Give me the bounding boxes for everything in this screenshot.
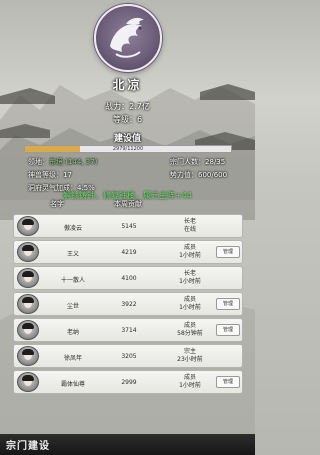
member-role-status: 成员 1小时前: [170, 244, 210, 260]
bottom-bar-label: 宗门建设: [6, 441, 50, 452]
avatar-hair: [22, 297, 34, 303]
member-row[interactable]: 老纳 3714 成员 58分钟前 管理: [13, 318, 243, 342]
member-name: 傲凌云: [63, 225, 82, 232]
member-name: 霸体仙尊: [60, 381, 85, 388]
member-role-status: 长老 1小时前: [170, 270, 210, 286]
member-contribution: 3714: [121, 327, 137, 334]
member-role: 长老: [183, 218, 196, 225]
member-contribution: 3205: [121, 353, 137, 360]
member-role-status: 成员 1小时前: [170, 374, 210, 390]
avatar-hair: [22, 245, 34, 251]
construction-progress-text: 2979/11200: [112, 146, 144, 152]
member-row[interactable]: 王义 4219 成员 1小时前 管理: [13, 240, 243, 264]
beast-level-value: 17: [63, 171, 72, 179]
member-status: 58分钟前: [177, 330, 203, 337]
member-status: 1小时前: [179, 304, 201, 311]
member-avatar[interactable]: [17, 216, 39, 236]
member-role-status: 长老 在线: [170, 218, 210, 234]
member-role-status: 成员 1小时前: [170, 296, 210, 312]
sect-emblem: [94, 4, 162, 72]
manage-button[interactable]: 管理: [216, 376, 240, 388]
sect-name: 北凉: [112, 78, 143, 92]
manage-button[interactable]: 管理: [216, 324, 240, 336]
member-row[interactable]: 傲凌云 5145 长老 在线: [13, 214, 243, 238]
member-row[interactable]: 尘世 3922 成员 1小时前 管理: [13, 292, 243, 316]
power-value: 2.7亿: [129, 102, 150, 111]
force-value: 600/600: [198, 171, 228, 179]
bottom-bar: 宗门建设: [0, 434, 255, 455]
member-status: 在线: [183, 226, 196, 233]
manage-button[interactable]: 管理: [216, 298, 240, 310]
avatar-hair: [22, 323, 34, 329]
territory-info[interactable]: 领地：东境 (144, 37): [28, 157, 97, 167]
level-line: 等级：6: [0, 114, 255, 125]
member-avatar[interactable]: [17, 294, 39, 314]
member-status: 1小时前: [179, 252, 201, 259]
member-contribution: 4100: [121, 275, 137, 282]
member-contribution: 2999: [121, 379, 137, 386]
member-role: 宗主: [183, 348, 196, 355]
avatar-hair: [22, 219, 34, 225]
member-avatar[interactable]: [17, 372, 39, 392]
member-avatar[interactable]: [17, 320, 39, 340]
construction-title: 建设值: [113, 134, 141, 144]
member-contribution: 5145: [121, 223, 137, 230]
member-status: 23小时前: [177, 356, 203, 363]
power-line: 战力：2.7亿: [0, 101, 255, 112]
member-name: 老纳: [66, 329, 79, 336]
power-label: 战力：: [105, 102, 130, 111]
member-avatar[interactable]: [17, 242, 39, 262]
member-role: 成员: [183, 244, 196, 251]
avatar-hair: [22, 375, 34, 381]
member-role: 成员: [183, 374, 196, 381]
member-count-value: 28/35: [205, 158, 226, 166]
member-count-label: 宗门人数：: [170, 158, 205, 166]
member-status: 1小时前: [179, 382, 201, 389]
member-name: 尘世: [66, 303, 79, 310]
member-avatar[interactable]: [17, 346, 39, 366]
force-label: 势力值：: [170, 171, 198, 179]
member-row[interactable]: 十一散人 4100 长老 1小时前: [13, 266, 243, 290]
member-role: 成员: [183, 322, 196, 329]
member-list[interactable]: 傲凌云 5145 长老 在线 王义 4219 成员 1小时前 管理 十一散人 4100 长老 1小时前尘…: [13, 214, 243, 396]
construction-progress-bar: 2979/11200: [24, 145, 232, 153]
avatar-hair: [22, 271, 34, 277]
member-name: 徐凤年: [63, 355, 82, 362]
member-role: 长老: [183, 270, 196, 277]
member-contribution: 3922: [121, 301, 137, 308]
level-value: 6: [136, 115, 143, 124]
member-row[interactable]: 霸体仙尊 2999 成员 1小时前 管理: [13, 370, 243, 394]
territory-value[interactable]: 东境 (144, 37): [49, 158, 97, 166]
column-header-contribution: 本周贡献: [114, 200, 142, 208]
manage-button[interactable]: 管理: [216, 246, 240, 258]
member-name: 王义: [66, 251, 79, 258]
member-contribution: 4219: [121, 249, 137, 256]
member-role-status: 宗主 23小时前: [170, 348, 210, 364]
member-count-info: 宗门人数：28/35: [170, 157, 225, 167]
level-label: 等级：: [112, 115, 137, 124]
member-row[interactable]: 徐凤年 3205 宗主 23小时前: [13, 344, 243, 368]
avatar-hair: [22, 349, 34, 355]
column-header-name: 名字: [50, 200, 64, 208]
beast-level-info: 神兽等级：17: [28, 170, 72, 180]
territory-label: 领地：: [28, 158, 49, 166]
member-role: 成员: [183, 296, 196, 303]
member-role-status: 成员 58分钟前: [170, 322, 210, 338]
member-avatar[interactable]: [17, 268, 39, 288]
member-status: 1小时前: [179, 278, 201, 285]
member-name: 十一散人: [60, 277, 85, 284]
beast-level-label: 神兽等级：: [28, 171, 63, 179]
force-info: 势力值：600/600: [170, 170, 227, 180]
dragon-icon: [110, 17, 144, 58]
